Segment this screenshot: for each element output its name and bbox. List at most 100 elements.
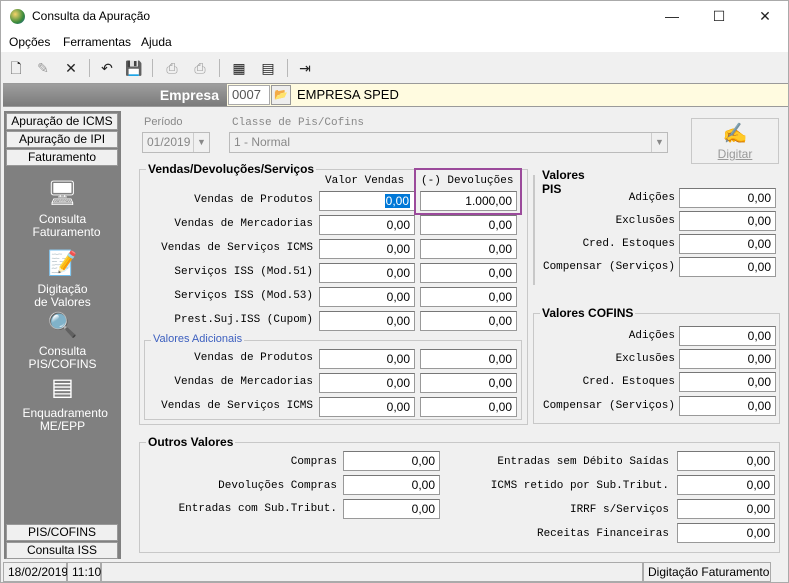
cofins-adicoes-input[interactable]: 0,00 <box>679 326 776 346</box>
close-button[interactable]: ✕ <box>742 1 788 31</box>
vendas-iss51-input[interactable]: 0,00 <box>319 263 415 283</box>
tab-apuracao-ipi[interactable]: Apuração de IPI <box>6 131 118 148</box>
sidebar-item-label: Consulta Faturamento <box>32 212 101 239</box>
sidebar: Apuração de ICMS Apuração de IPI Faturam… <box>4 111 121 559</box>
receitas-financeiras-input[interactable]: 0,00 <box>677 523 775 543</box>
periodo-value: 01/2019 <box>147 135 191 149</box>
report-icon[interactable]: ▤ <box>258 58 278 78</box>
row-label: Vendas de Produtos <box>194 352 313 364</box>
window-title: Consulta da Apuração <box>32 9 151 23</box>
adic-devol-servicos-input[interactable]: 0,00 <box>420 397 517 417</box>
adic-devol-produtos-input[interactable]: 0,00 <box>420 349 517 369</box>
status-time: 11:10 <box>67 562 101 582</box>
sidebar-item-enquadramento[interactable]: ▤ Enquadramento ME/EPP <box>4 373 121 433</box>
cofins-cred-estoques-input[interactable]: 0,00 <box>679 372 776 392</box>
vendas-title: Vendas/Devoluções/Serviços <box>146 162 317 176</box>
cofins-exclusoes-input[interactable]: 0,00 <box>679 349 776 369</box>
maximize-button[interactable]: ☐ <box>696 1 742 31</box>
icms-retido-input[interactable]: 0,00 <box>677 475 775 495</box>
digitar-button[interactable]: ✍ Digitar <box>691 118 779 164</box>
devol-servicos-icms-input[interactable]: 0,00 <box>420 239 517 259</box>
app-window: Consulta da Apuração — ☐ ✕ Opções Ferram… <box>0 0 789 583</box>
devol-iss51-input[interactable]: 0,00 <box>420 263 517 283</box>
print-icon[interactable]: ⎙ <box>162 58 182 78</box>
entradas-sem-debito-input[interactable]: 0,00 <box>677 451 775 471</box>
classe-select[interactable]: 1 - Normal ▼ <box>229 132 668 153</box>
sidebar-item-consulta-pis-cofins[interactable]: 🔍 Consulta PIS/COFINS <box>4 311 121 371</box>
cofins-compensar-input[interactable]: 0,00 <box>679 396 776 416</box>
edit-icon[interactable]: ✎ <box>33 58 53 78</box>
periodo-select[interactable]: 01/2019 ▼ <box>142 132 210 153</box>
pis-adicoes-input[interactable]: 0,00 <box>679 188 776 208</box>
empresa-name: EMPRESA SPED <box>297 87 399 102</box>
col-valor-vendas: Valor Vendas <box>325 175 405 187</box>
row-label: Exclusões <box>615 353 675 365</box>
calculator-icon[interactable]: ▦ <box>229 58 249 78</box>
irrf-servicos-input[interactable]: 0,00 <box>677 499 775 519</box>
row-label: Compensar (Serviços) <box>542 400 675 412</box>
sidebar-item-consulta-faturamento[interactable]: 🖥 Consulta Faturamento <box>4 179 121 239</box>
chevron-down-icon: ▼ <box>651 133 667 152</box>
vendas-produtos-input[interactable]: 0,00 <box>319 191 415 211</box>
row-label: Vendas de Mercadorias <box>174 218 313 230</box>
vendas-iss53-input[interactable]: 0,00 <box>319 287 415 307</box>
hand-pen-icon: ✍ <box>722 123 748 145</box>
tab-faturamento[interactable]: Faturamento <box>6 149 118 166</box>
periodo-label: Período <box>144 116 183 128</box>
classe-label: Classe de Pis/Cofins <box>232 117 365 129</box>
empresa-label: Empresa <box>3 84 227 106</box>
pis-compensar-input[interactable]: 0,00 <box>679 257 776 277</box>
pis-exclusoes-input[interactable]: 0,00 <box>679 211 776 231</box>
vendas-cupom-input[interactable]: 0,00 <box>319 311 415 331</box>
row-label: Vendas de Serviços ICMS <box>161 400 313 412</box>
toolbar-separator <box>152 59 153 77</box>
row-label: Vendas de Mercadorias <box>174 376 313 388</box>
tab-apuracao-icms[interactable]: Apuração de ICMS <box>6 113 118 130</box>
print-preview-icon[interactable]: ⎙ <box>190 58 210 78</box>
vendas-servicos-icms-input[interactable]: 0,00 <box>319 239 415 259</box>
devolucoes-compras-input[interactable]: 0,00 <box>343 475 440 495</box>
digitar-label: Digitar <box>717 147 753 161</box>
status-mode: Digitação Faturamento <box>643 562 771 582</box>
row-label: Prest.Suj.ISS (Cupom) <box>174 314 313 326</box>
devol-iss53-input[interactable]: 0,00 <box>420 287 517 307</box>
row-label: Entradas com Sub.Tribut. <box>178 503 337 515</box>
row-label: IRRF s/Serviços <box>569 504 669 516</box>
row-label: Compras <box>290 456 337 468</box>
pis-cred-estoques-input[interactable]: 0,00 <box>679 234 776 254</box>
row-label: ICMS retido por Sub.Tribut. <box>490 480 669 492</box>
row-label: Adições <box>628 330 675 342</box>
menu-ferramentas[interactable]: Ferramentas <box>63 35 131 49</box>
vendas-mercadorias-input[interactable]: 0,00 <box>319 215 415 235</box>
compras-input[interactable]: 0,00 <box>343 451 440 471</box>
row-label: Serviços ISS (Mod.51) <box>174 266 313 278</box>
adic-vendas-mercadorias-input[interactable]: 0,00 <box>319 373 415 393</box>
undo-icon[interactable]: ↶ <box>97 58 117 78</box>
minimize-button[interactable]: — <box>649 1 695 31</box>
entradas-sub-tribut-input[interactable]: 0,00 <box>343 499 440 519</box>
row-label: Compensar (Serviços) <box>542 261 675 273</box>
tab-pis-cofins[interactable]: PIS/COFINS <box>6 524 118 541</box>
new-document-icon[interactable]: 🗋 <box>6 58 26 78</box>
toolbar-separator <box>89 59 90 77</box>
exit-icon[interactable]: ⇥ <box>295 58 315 78</box>
devol-mercadorias-input[interactable]: 0,00 <box>420 215 517 235</box>
adic-vendas-servicos-input[interactable]: 0,00 <box>319 397 415 417</box>
menu-ajuda[interactable]: Ajuda <box>141 35 172 49</box>
delete-icon[interactable]: ✕ <box>61 58 81 78</box>
folder-open-icon[interactable]: 📂 <box>271 85 291 105</box>
devol-cupom-input[interactable]: 0,00 <box>420 311 517 331</box>
adic-devol-mercadorias-input[interactable]: 0,00 <box>420 373 517 393</box>
tab-consulta-iss[interactable]: Consulta ISS <box>6 542 118 559</box>
adic-vendas-produtos-input[interactable]: 0,00 <box>319 349 415 369</box>
row-label: Entradas sem Débito Saídas <box>497 456 669 468</box>
save-icon[interactable]: 💾 <box>124 58 144 78</box>
empresa-code-field[interactable]: 0007 <box>228 85 270 105</box>
menu-bar: Opções Ferramentas Ajuda <box>1 31 788 52</box>
magnifier-report-icon: 🔍 <box>47 312 78 339</box>
sidebar-item-digitacao-valores[interactable]: 📝 Digitação de Valores <box>4 249 121 309</box>
status-message <box>101 562 643 582</box>
menu-opcoes[interactable]: Opções <box>9 35 50 49</box>
empresa-bar: Empresa 0007 📂 EMPRESA SPED <box>3 83 788 107</box>
row-label: Cred. Estoques <box>582 376 675 388</box>
